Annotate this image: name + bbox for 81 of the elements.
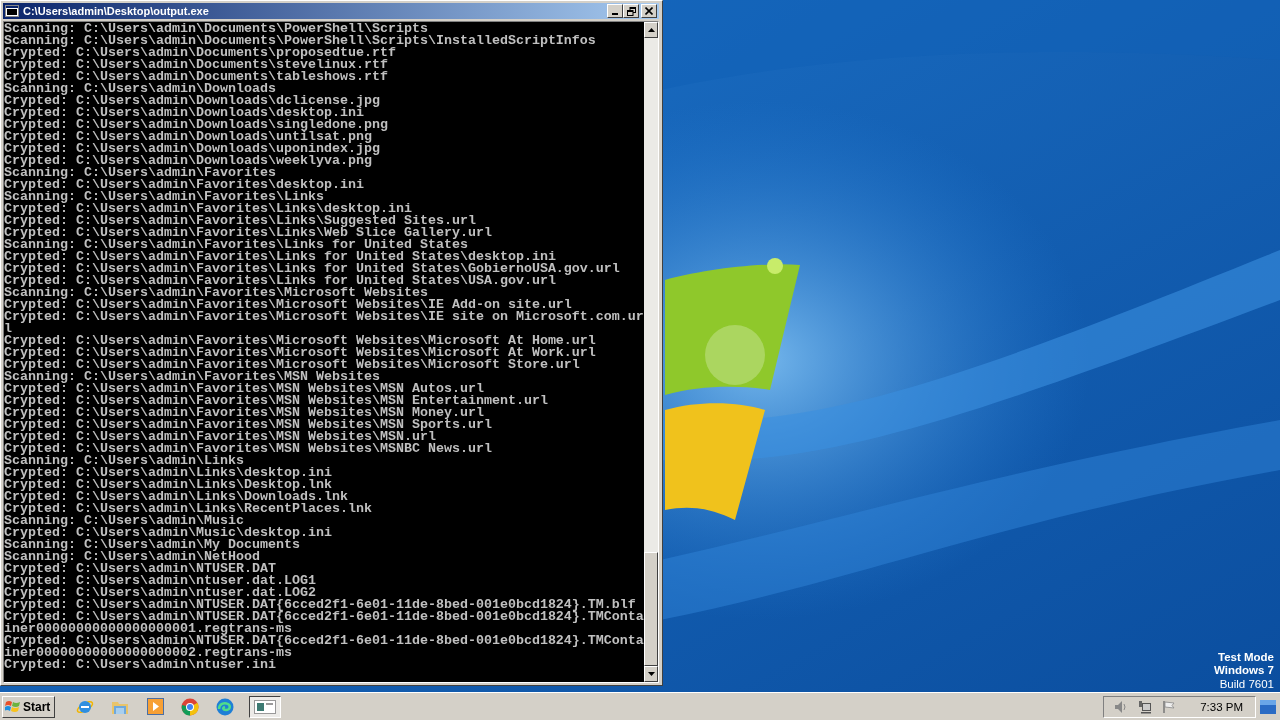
console-line: Crypted: C:\Users\admin\Downloads\dclicense.jpg bbox=[4, 95, 380, 107]
close-button[interactable] bbox=[641, 4, 657, 18]
console-line: Crypted: C:\Users\admin\Downloads\weeklyva.png bbox=[4, 155, 372, 167]
restore-icon bbox=[626, 6, 636, 16]
console-line: Crypted: C:\Users\admin\Favorites\MSN Websites\MSN Money.url bbox=[4, 407, 484, 419]
console-line: Crypted: C:\Users\admin\Links\desktop.ini bbox=[4, 467, 332, 479]
console-line: Crypted: C:\Users\admin\Favorites\Links for United States\GobiernoUSA.gov.url bbox=[4, 263, 620, 275]
console-line: Scanning: C:\Users\admin\Documents\PowerShell\Scripts bbox=[4, 23, 428, 35]
console-line: Crypted: C:\Users\admin\Favorites\Links\Suggested Sites.url bbox=[4, 215, 476, 227]
console-line: Crypted: C:\Users\admin\Favorites\MSN Websites\MSN Sports.url bbox=[4, 419, 492, 431]
play-icon[interactable] bbox=[146, 698, 164, 715]
close-icon bbox=[645, 7, 653, 15]
console-line: Crypted: C:\Users\admin\Downloads\singledone.png bbox=[4, 119, 388, 131]
console-line: Scanning: C:\Users\admin\Downloads bbox=[4, 83, 276, 95]
console-line: Crypted: C:\Users\admin\NTUSER.DAT{6cced2f1-6e01-11de-8bed-001e0bcd1824}.TM.blf bbox=[4, 599, 636, 611]
console-line: l bbox=[4, 323, 12, 335]
console-line: iner00000000000000000001.regtrans-ms bbox=[4, 623, 292, 635]
scroll-thumb[interactable] bbox=[644, 552, 658, 666]
console-line: Crypted: C:\Users\admin\Links\Desktop.lnk bbox=[4, 479, 332, 491]
taskbar-button[interactable] bbox=[249, 695, 282, 718]
console-line: Crypted: C:\Users\admin\Favorites\Links for United States\desktop.ini bbox=[4, 251, 556, 263]
console-line: Crypted: C:\Users\admin\Downloads\desktop.ini bbox=[4, 107, 364, 119]
console-line: Crypted: C:\Users\admin\Favorites\Microsoft Websites\Microsoft At Work.url bbox=[4, 347, 596, 359]
console-line: Crypted: C:\Users\admin\Music\desktop.ini bbox=[4, 527, 332, 539]
console-line: Crypted: C:\Users\admin\Favorites\Microsoft Websites\IE Add-on site.url bbox=[4, 299, 572, 311]
console-line: Scanning: C:\Users\admin\NetHood bbox=[4, 551, 260, 563]
console-line: Crypted: C:\Users\admin\Favorites\Microsoft Websites\Microsoft Store.url bbox=[4, 359, 580, 371]
console-line: Crypted: C:\Users\admin\Links\RecentPlaces.lnk bbox=[4, 503, 372, 515]
console-line: Crypted: C:\Users\admin\Documents\stevelinux.rtf bbox=[4, 59, 388, 71]
start-button[interactable]: Start bbox=[2, 695, 56, 718]
up-arrow-icon bbox=[647, 28, 655, 32]
console-line: Scanning: C:\Users\admin\Music bbox=[4, 515, 244, 527]
console-line: Scanning: C:\Users\admin\Favorites\Links bbox=[4, 191, 324, 203]
console-line: Crypted: C:\Users\admin\Favorites\Links for United States\USA.gov.url bbox=[4, 275, 556, 287]
console-line: Crypted: C:\Users\admin\NTUSER.DAT bbox=[4, 563, 276, 575]
console-line: Crypted: C:\Users\admin\ntuser.dat.LOG1 bbox=[4, 575, 316, 587]
start-flag-icon bbox=[5, 699, 21, 714]
clock[interactable]: 7:33 PM bbox=[1200, 700, 1243, 713]
console-line: Crypted: C:\Users\admin\Favorites\Microsoft Websites\Microsoft At Home.url bbox=[4, 335, 596, 347]
console-line: Crypted: C:\Users\admin\Links\Downloads.lnk bbox=[4, 491, 348, 503]
browser-icon[interactable] bbox=[181, 697, 200, 716]
console-line: Crypted: C:\Users\admin\NTUSER.DAT{6cced2f1-6e01-11de-8bed-001e0bcd1824}.TMConta bbox=[4, 635, 644, 647]
console-line: Crypted: C:\Users\admin\Favorites\MSN Websites\MSN Autos.url bbox=[4, 383, 484, 395]
console-line: Scanning: C:\Users\admin\Favorites\Microsoft Websites bbox=[4, 287, 428, 299]
notice-text: Windows 7 bbox=[1214, 664, 1274, 678]
console-line: Crypted: C:\Users\admin\Favorites\Links\Web Slice Gallery.url bbox=[4, 227, 492, 239]
console-icon bbox=[5, 5, 19, 17]
console-line: Crypted: C:\Users\admin\Favorites\MSN Websites\MSNBC News.url bbox=[4, 443, 492, 455]
minimize-button[interactable] bbox=[607, 4, 623, 18]
console-line: Crypted: C:\Users\admin\ntuser.dat.LOG2 bbox=[4, 587, 316, 599]
console-line: Scanning: C:\Users\admin\Favorites\MSN Websites bbox=[4, 371, 380, 383]
notice-text: Test Mode bbox=[1217, 650, 1274, 664]
console-line: Crypted: C:\Users\admin\Downloads\untilsat.png bbox=[4, 131, 372, 143]
show-desktop-button[interactable] bbox=[1260, 699, 1276, 714]
maximize-button[interactable] bbox=[623, 4, 639, 18]
console-line: Scanning: C:\Users\admin\Documents\PowerShell\Scripts\InstalledScriptInfos bbox=[4, 35, 596, 47]
console-line: iner00000000000000000002.regtrans-ms bbox=[4, 647, 292, 659]
scrollbar[interactable] bbox=[644, 22, 658, 682]
console-line: Crypted: C:\Users\admin\Favorites\Links\desktop.ini bbox=[4, 203, 412, 215]
down-arrow-icon bbox=[647, 672, 655, 676]
window-icon bbox=[254, 699, 277, 714]
console-line: Crypted: C:\Users\admin\Favorites\MSN Websites\MSN Entertainment.url bbox=[4, 395, 548, 407]
console-line: Scanning: C:\Users\admin\My Documents bbox=[4, 539, 300, 551]
flag-icon[interactable] bbox=[1162, 699, 1177, 714]
window-title: C:\Users\admin\Desktop\output.exe bbox=[23, 5, 210, 17]
console-line: Scanning: C:\Users\admin\Favorites\Links for United States bbox=[4, 239, 468, 251]
notice-text: Build 7601 bbox=[1218, 677, 1274, 691]
console-line: Crypted: C:\Users\admin\NTUSER.DAT{6cced2f1-6e01-11de-8bed-001e0bcd1824}.TMConta bbox=[4, 611, 644, 623]
scroll-up-button[interactable] bbox=[644, 22, 658, 38]
console-line: Crypted: C:\Users\admin\Downloads\uponindex.jpg bbox=[4, 143, 380, 155]
console-line: Crypted: C:\Users\admin\ntuser.ini bbox=[4, 659, 276, 671]
browser-icon[interactable] bbox=[216, 697, 235, 716]
console-line: Crypted: C:\Users\admin\Favorites\MSN Websites\MSN.url bbox=[4, 431, 436, 443]
scroll-down-button[interactable] bbox=[644, 666, 658, 682]
console-line: Crypted: C:\Users\admin\Favorites\Microsoft Websites\IE site on Microsoft.com.ur bbox=[4, 311, 644, 323]
console-line: Scanning: C:\Users\admin\Favorites bbox=[4, 167, 276, 179]
console-line: Scanning: C:\Users\admin\Links bbox=[4, 455, 244, 467]
console-line: Crypted: C:\Users\admin\Favorites\desktop.ini bbox=[4, 179, 364, 191]
network-icon[interactable] bbox=[1138, 699, 1153, 714]
console-line: Crypted: C:\Users\admin\Documents\proposedtue.rtf bbox=[4, 47, 396, 59]
console-line: Crypted: C:\Users\admin\Documents\tableshows.rtf bbox=[4, 71, 388, 83]
